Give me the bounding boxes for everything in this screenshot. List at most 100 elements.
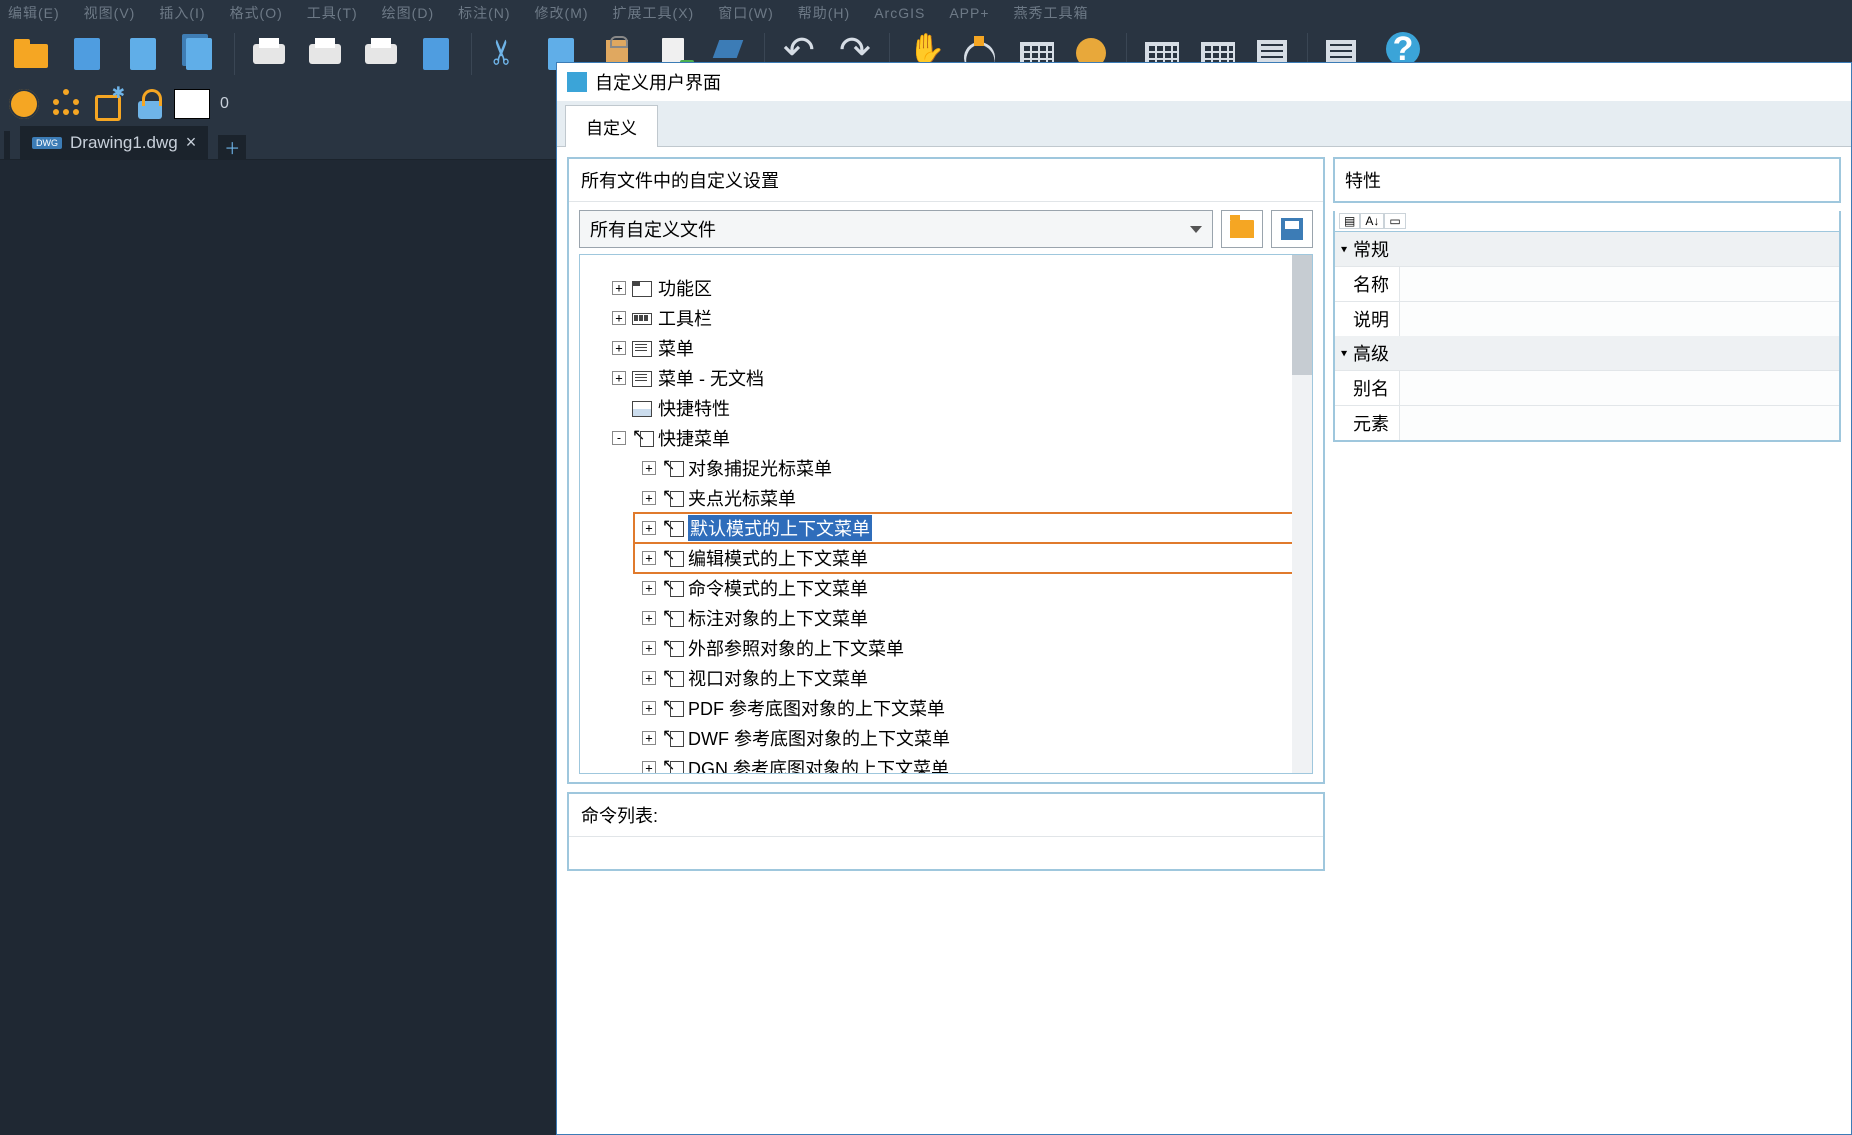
expand-icon[interactable]: +: [642, 641, 656, 655]
property-row[interactable]: 说明: [1335, 301, 1839, 336]
tree-row[interactable]: + 视口对象的上下文菜单: [634, 663, 1312, 693]
cut-button[interactable]: [480, 28, 532, 80]
toolbar-separator: [471, 33, 472, 75]
menu-item[interactable]: 工具(T): [307, 3, 358, 23]
tree-item-label: 视口对象的上下文菜单: [688, 665, 868, 691]
prop-pages-icon[interactable]: ▭: [1384, 213, 1405, 229]
tab-customize[interactable]: 自定义: [565, 105, 658, 147]
layer-color-swatch[interactable]: [174, 86, 210, 122]
cursor-icon: [662, 459, 682, 477]
add-tab-button[interactable]: ＋: [218, 135, 246, 159]
property-key: 元素: [1335, 406, 1399, 440]
print-button[interactable]: [243, 28, 295, 80]
freeze-icon[interactable]: [48, 86, 84, 122]
property-grid-toolbar[interactable]: ▤ A↓ ▭: [1333, 211, 1841, 232]
tree-row[interactable]: +对象捕捉光标菜单: [634, 453, 1312, 483]
menu-item[interactable]: 修改(M): [535, 3, 589, 23]
cursor-icon: [662, 699, 682, 717]
tree-row[interactable]: +夹点光标菜单: [634, 483, 1312, 513]
open-folder-button[interactable]: [6, 28, 58, 80]
expand-icon[interactable]: +: [642, 671, 656, 685]
prop-sort-cat-icon[interactable]: ▤: [1339, 213, 1360, 229]
menu-item[interactable]: 标注(N): [458, 3, 510, 23]
cui-file-combo[interactable]: 所有自定义文件: [579, 210, 1213, 248]
tree-row[interactable]: +PDF 参考底图对象的上下文菜单: [634, 693, 1312, 723]
expand-icon[interactable]: +: [612, 371, 626, 385]
property-value[interactable]: [1399, 267, 1839, 301]
tree-scroll-thumb[interactable]: [1292, 255, 1312, 375]
menu-item[interactable]: 插入(I): [159, 3, 205, 23]
plot-setup-button[interactable]: [355, 28, 407, 80]
tree-row[interactable]: +功能区: [604, 273, 1312, 303]
tree-row[interactable]: +菜单: [604, 333, 1312, 363]
menu-item[interactable]: 视图(V): [84, 3, 136, 23]
property-row[interactable]: 元素: [1335, 405, 1839, 440]
tree-row[interactable]: +DWF 参考底图对象的上下文菜单: [634, 723, 1312, 753]
property-value[interactable]: [1399, 406, 1839, 440]
cursor-icon: [632, 429, 652, 447]
expand-icon[interactable]: +: [642, 611, 656, 625]
menu-item[interactable]: 编辑(E): [8, 3, 60, 23]
tree-row[interactable]: +菜单 - 无文档: [604, 363, 1312, 393]
customizations-tree[interactable]: +功能区+工具栏+菜单+菜单 - 无文档快捷特性-快捷菜单+对象捕捉光标菜单+夹…: [579, 254, 1313, 774]
tree-row[interactable]: +工具栏: [604, 303, 1312, 333]
menu-item[interactable]: APP+: [949, 5, 989, 21]
property-grid[interactable]: 常规名称说明高级别名元素: [1333, 232, 1841, 442]
menu-item[interactable]: 窗口(W): [718, 3, 774, 23]
expand-icon[interactable]: +: [642, 581, 656, 595]
new-layer-icon[interactable]: [90, 86, 126, 122]
expand-icon[interactable]: +: [612, 281, 626, 295]
expand-icon[interactable]: +: [642, 731, 656, 745]
expand-icon[interactable]: +: [642, 701, 656, 715]
tree-row[interactable]: +命令模式的上下文菜单: [634, 573, 1312, 603]
document-tab-active[interactable]: DWG Drawing1.dwg ×: [20, 126, 208, 159]
tree-row[interactable]: +DGN 参考底图对象的上下文菜单: [634, 753, 1312, 774]
save-cui-button[interactable]: [1271, 210, 1313, 248]
new-doc-button[interactable]: [62, 28, 114, 80]
expand-icon[interactable]: +: [612, 311, 626, 325]
expand-icon[interactable]: +: [642, 491, 656, 505]
expand-icon[interactable]: +: [642, 521, 656, 535]
expand-icon[interactable]: +: [642, 551, 656, 565]
tree-row[interactable]: + 编辑模式的上下文菜单: [634, 543, 1312, 573]
expand-icon[interactable]: +: [642, 461, 656, 475]
property-category[interactable]: 高级: [1335, 336, 1839, 370]
menu-item[interactable]: 扩展工具(X): [613, 3, 695, 23]
tree-item-label: 编辑模式的上下文菜单: [688, 545, 868, 571]
tree-row[interactable]: +默认模式的上下文菜单: [634, 513, 1312, 543]
open-cui-button[interactable]: [1221, 210, 1263, 248]
tree-row[interactable]: 快捷特性: [604, 393, 1312, 423]
expand-icon[interactable]: +: [642, 761, 656, 774]
tree-scrollbar[interactable]: [1292, 255, 1312, 773]
expand-icon[interactable]: +: [612, 341, 626, 355]
new-doc-icon: [68, 34, 108, 74]
lock-icon[interactable]: [132, 86, 168, 122]
property-category[interactable]: 常规: [1335, 232, 1839, 266]
tree-row[interactable]: -快捷菜单: [604, 423, 1312, 453]
menu-item[interactable]: ArcGIS: [874, 5, 925, 21]
close-tab-icon[interactable]: ×: [186, 132, 197, 153]
property-value[interactable]: [1399, 371, 1839, 405]
publish-button[interactable]: [411, 28, 463, 80]
menu-item[interactable]: 格式(O): [230, 3, 283, 23]
tree-row[interactable]: + 标注对象的上下文菜单: [634, 603, 1312, 633]
publish-icon: [417, 34, 457, 74]
property-value[interactable]: [1399, 302, 1839, 336]
prop-sort-az-icon[interactable]: A↓: [1360, 213, 1384, 229]
tree-item-label: 外部参照对象的上下文菜单: [688, 635, 904, 661]
tree-row[interactable]: + 外部参照对象的上下文菜单: [634, 633, 1312, 663]
cursor-icon: [662, 519, 682, 537]
tree-item-label: 标注对象的上下文菜单: [688, 605, 868, 631]
property-row[interactable]: 别名: [1335, 370, 1839, 405]
light-bulb-icon[interactable]: [6, 86, 42, 122]
menu-item[interactable]: 帮助(H): [798, 3, 850, 23]
save-all-button[interactable]: [174, 28, 226, 80]
menu-item[interactable]: 绘图(D): [382, 3, 434, 23]
command-list-header: 命令列表:: [569, 794, 1323, 837]
property-row[interactable]: 名称: [1335, 266, 1839, 301]
collapse-icon[interactable]: -: [612, 431, 626, 445]
menu-item[interactable]: 燕秀工具箱: [1014, 3, 1089, 23]
cursor-icon: [662, 729, 682, 747]
save-doc-button[interactable]: [118, 28, 170, 80]
print-preview-button[interactable]: [299, 28, 351, 80]
